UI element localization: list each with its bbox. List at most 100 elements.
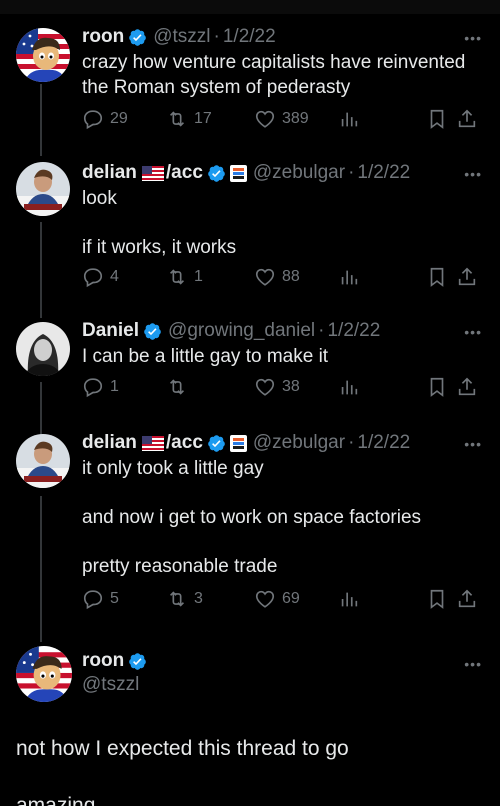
reply-count: 4: [110, 268, 119, 285]
top-edge: [0, 0, 500, 14]
verified-badge-icon: [129, 28, 147, 46]
timestamp[interactable]: 1/2/22: [357, 432, 410, 454]
display-name[interactable]: Daniel: [82, 320, 139, 342]
tweet-text: I can be a little gay to make it: [82, 344, 328, 369]
tweet[interactable]: delian /acc @zebulgar · 1/2/22 ••• it on…: [0, 430, 500, 620]
share-button[interactable]: [456, 376, 478, 398]
bookmark-icon: [430, 267, 444, 287]
verified-badge-icon: [208, 434, 225, 452]
like-button[interactable]: 69: [254, 588, 300, 610]
tweet-header: delian /acc @zebulgar · 1/2/22: [82, 160, 410, 186]
reply-button[interactable]: 4: [82, 266, 119, 288]
tweet-line: if it works, it works: [82, 237, 237, 258]
display-name[interactable]: delian: [82, 162, 137, 184]
reply-button[interactable]: 29: [82, 108, 128, 130]
main-tweet-text-cut: amazing: [16, 794, 96, 806]
views-button[interactable]: [338, 108, 360, 130]
share-button[interactable]: [456, 266, 478, 288]
tweet-text: look if it works, it works: [82, 186, 236, 260]
bookmark-icon: [430, 589, 444, 609]
bookmark-icon: [430, 377, 444, 397]
views-button[interactable]: [338, 376, 360, 398]
main-tweet-author: roon: [82, 650, 147, 672]
share-button[interactable]: [456, 588, 478, 610]
avatar[interactable]: [16, 28, 70, 82]
like-count: 389: [282, 110, 309, 127]
timestamp[interactable]: 1/2/22: [327, 320, 380, 342]
more-options-icon[interactable]: •••: [464, 30, 482, 46]
share-button[interactable]: [456, 108, 478, 130]
display-name[interactable]: roon: [82, 26, 124, 48]
views-icon: [341, 380, 358, 395]
tweet-line: and now i get to work on space factories: [82, 507, 422, 528]
separator-dot: ·: [348, 162, 355, 183]
reply-button[interactable]: 5: [82, 588, 119, 610]
bookmark-button[interactable]: [426, 588, 448, 610]
tweet[interactable]: delian /acc @zebulgar · 1/2/22 ••• look …: [0, 160, 500, 310]
timestamp[interactable]: 1/2/22: [223, 26, 276, 48]
action-bar: 29 17 389: [82, 108, 482, 134]
views-icon: [341, 112, 358, 127]
avatar[interactable]: [16, 434, 70, 488]
us-flag-icon: [141, 165, 164, 181]
action-bar: 1 38: [82, 376, 482, 402]
display-name[interactable]: delian: [82, 432, 137, 454]
retweet-button[interactable]: 1: [166, 266, 203, 288]
views-button[interactable]: [338, 266, 360, 288]
bookmark-button[interactable]: [426, 266, 448, 288]
more-options-icon[interactable]: •••: [464, 166, 482, 182]
tweet-line: it only took a little gay: [82, 458, 264, 479]
tweet-line: look: [82, 188, 117, 209]
tweet[interactable]: roon @tszzl · 1/2/22 ••• crazy how ventu…: [0, 24, 500, 144]
share-icon: [458, 377, 476, 396]
bookmark-button[interactable]: [426, 376, 448, 398]
tweet[interactable]: Daniel @growing_daniel · 1/2/22 ••• I ca…: [0, 318, 500, 418]
timestamp[interactable]: 1/2/22: [357, 162, 410, 184]
display-name[interactable]: roon: [82, 650, 124, 672]
reply-icon: [83, 110, 103, 130]
retweet-count: 1: [194, 268, 203, 285]
like-count: 88: [282, 268, 300, 285]
more-options-icon[interactable]: •••: [464, 656, 482, 672]
handle[interactable]: @tszzl: [153, 26, 210, 48]
tweet-text: it only took a little gay and now i get …: [82, 456, 421, 579]
verified-badge-icon: [129, 652, 147, 670]
more-options-icon[interactable]: •••: [464, 436, 482, 452]
like-button[interactable]: 88: [254, 266, 300, 288]
retweet-button[interactable]: 3: [166, 588, 203, 610]
photo-avatar-icon: [16, 162, 70, 216]
more-options-icon[interactable]: •••: [464, 324, 482, 340]
handle[interactable]: @growing_daniel: [168, 320, 315, 342]
reply-icon: [83, 590, 103, 610]
separator-dot: ·: [348, 432, 355, 453]
retweet-icon: [169, 111, 185, 127]
avatar[interactable]: [16, 162, 70, 216]
handle[interactable]: @zebulgar: [253, 432, 345, 454]
cartoon-flag-avatar-icon: [16, 28, 70, 82]
cartoon-flag-avatar-icon: [16, 646, 72, 702]
grayscale-photo-avatar-icon: [16, 322, 70, 376]
avatar[interactable]: [16, 322, 70, 376]
bookmark-button[interactable]: [426, 108, 448, 130]
action-bar: 4 1 88: [82, 266, 482, 292]
heart-icon: [255, 110, 275, 128]
like-button[interactable]: 389: [254, 108, 309, 130]
tweet-line: crazy how venture capitalists have reinv…: [82, 52, 466, 73]
retweet-icon: [169, 269, 185, 285]
reply-icon: [83, 378, 103, 398]
avatar[interactable]: [16, 646, 72, 702]
tweet-header: roon @tszzl · 1/2/22: [82, 24, 276, 50]
reply-count: 1: [110, 378, 119, 395]
retweet-icon: [169, 379, 185, 395]
separator-dot: ·: [213, 26, 220, 47]
retweet-button[interactable]: 17: [166, 108, 212, 130]
like-button[interactable]: 38: [254, 376, 300, 398]
handle[interactable]: @tszzl: [82, 674, 139, 696]
retweet-icon: [169, 591, 185, 607]
handle[interactable]: @zebulgar: [253, 162, 345, 184]
retweet-button[interactable]: [166, 376, 194, 398]
us-flag-icon: [141, 435, 164, 451]
views-button[interactable]: [338, 588, 360, 610]
reply-button[interactable]: 1: [82, 376, 119, 398]
